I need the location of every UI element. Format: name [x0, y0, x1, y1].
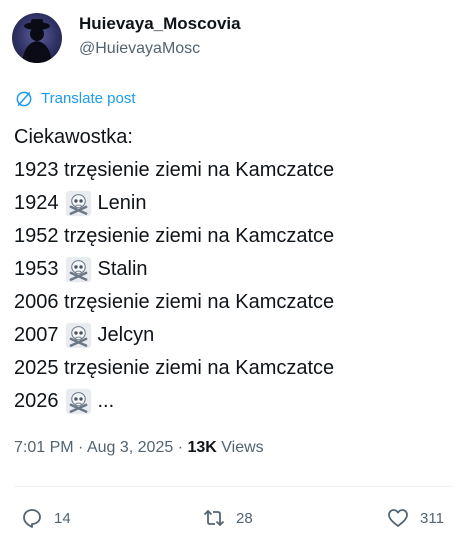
post-line: 2025 trzęsienie ziemi na Kamczatce [14, 352, 334, 385]
avatar-silhouette-icon [22, 19, 52, 63]
post-line-text: 2007 [14, 324, 59, 346]
translate-post-label: Translate post [41, 90, 136, 107]
post-date[interactable]: Aug 3, 2025 [87, 439, 173, 456]
post-line: Ciekawostka: [14, 121, 334, 154]
repost-icon [203, 509, 225, 527]
views-label: Views [221, 439, 264, 456]
skull-and-crossbones-icon [65, 388, 92, 415]
like-count: 311 [420, 509, 444, 527]
post-line-text: 2026 [14, 390, 59, 412]
post-line: 2026... [14, 385, 334, 418]
post-line-suffix: Lenin [97, 192, 147, 214]
post-line-suffix: Jelcyn [97, 324, 155, 346]
divider [14, 486, 453, 487]
post-text: Ciekawostka: 1923 trzęsienie ziemi na Kam… [14, 121, 334, 418]
post-line-text: 1952 trzęsienie ziemi na Kamczatce [14, 225, 335, 247]
post-line: 1924 Lenin [14, 187, 334, 220]
skull-and-crossbones-icon [65, 256, 92, 283]
views-count: 13K [187, 439, 217, 456]
repost-button[interactable]: 28 [202, 506, 253, 530]
reply-count: 14 [54, 509, 71, 527]
heart-icon [388, 509, 408, 527]
meta-separator: · [78, 439, 87, 456]
post-metadata: 7:01 PM · Aug 3, 2025 · 13K Views [14, 437, 264, 459]
like-button[interactable]: 311 [386, 506, 444, 530]
post-line-suffix: Stalin [97, 258, 148, 280]
post-line: 1953 Stalin [14, 253, 334, 286]
translate-post-link[interactable]: Translate post [14, 89, 136, 109]
post-line-text: 1953 [14, 258, 59, 280]
post-line-text: 1923 trzęsienie ziemi na Kamczatce [14, 159, 335, 181]
post-line: 1952 trzęsienie ziemi na Kamczatce [14, 220, 334, 253]
skull-and-crossbones-icon [65, 322, 92, 349]
reply-button[interactable]: 14 [20, 506, 71, 530]
post-line: 1923 trzęsienie ziemi na Kamczatce [14, 154, 334, 187]
post-line: 2006 trzęsienie ziemi na Kamczatce [14, 286, 334, 319]
repost-count: 28 [236, 509, 253, 527]
post-line-text: 2025 trzęsienie ziemi na Kamczatce [14, 357, 335, 379]
post-line-suffix: ... [97, 390, 115, 412]
author-handle[interactable]: @HuievayaMosc [79, 39, 200, 59]
reply-icon [23, 509, 41, 528]
post-line-text: 2006 trzęsienie ziemi na Kamczatce [14, 291, 335, 313]
skull-and-crossbones-icon [65, 190, 92, 217]
translate-globe-icon [16, 91, 32, 107]
meta-separator: · [177, 439, 188, 456]
post-line: 2007 Jelcyn [14, 319, 334, 352]
avatar[interactable] [12, 13, 62, 63]
post-time[interactable]: 7:01 PM [14, 439, 74, 456]
author-display-name[interactable]: Huievaya_Moscovia [79, 13, 241, 35]
post-line-text: Ciekawostka: [14, 126, 133, 148]
post-line-text: 1924 [14, 192, 59, 214]
